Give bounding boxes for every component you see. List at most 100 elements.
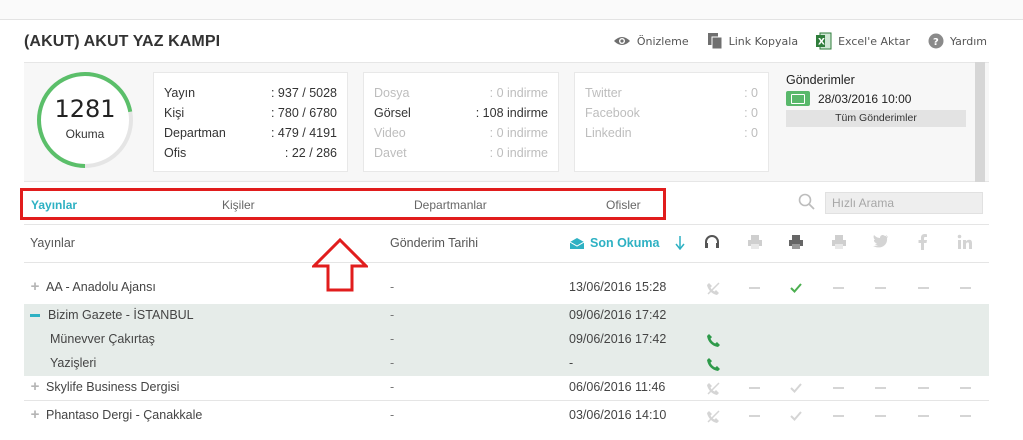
row-name-cell: + Skylife Business Dergisi [30,379,180,394]
count-row: Ofis : 22 / 286 [164,143,337,163]
count-value: : 479 / 4191 [270,126,337,140]
media-row: Dosya: 0 indirme [374,83,548,103]
media-value: : 0 indirme [489,126,548,140]
media-value: : 0 indirme [489,146,548,160]
collapse-icon[interactable] [30,313,40,317]
empty-cell [875,287,886,289]
fax-icon[interactable] [788,234,804,250]
social-row: Twitter: 0 [585,83,758,103]
all-sends-button[interactable]: Tüm Gönderimler [786,110,966,127]
search-input[interactable] [825,192,983,214]
table-row[interactable]: + Skylife Business Dergisi - 06/06/2016 1… [24,376,989,400]
row-name: Yazişleri [50,356,97,370]
count-row: Yayın : 937 / 5028 [164,83,337,103]
help-button[interactable]: ? Yardım [928,33,987,49]
help-icon: ? [928,33,944,49]
row-date: - [390,332,395,346]
row-name-cell: Bizim Gazete - İSTANBUL [30,308,194,322]
social-value: : 0 [744,126,758,140]
row-name: Skylife Business Dergisi [46,380,180,394]
expand-icon[interactable]: + [30,279,40,294]
count-label: Ofis [164,146,187,160]
panel-scrollbar[interactable] [975,62,985,182]
empty-cell [918,287,929,289]
col-header-name[interactable]: Yayınlar [30,236,75,250]
copy-link-button[interactable]: Link Kopyala [707,32,798,50]
phone-icon[interactable] [706,357,721,372]
media-label: Görsel [374,106,411,120]
copy-icon [707,33,723,50]
excel-icon: X [816,32,832,50]
svg-text:?: ? [933,37,939,48]
preview-label: Önizleme [636,34,689,48]
row-date: - [390,380,395,394]
empty-cell [749,287,760,289]
gauge-value: 1281 [54,95,116,123]
envelope-icon [570,237,584,249]
table-row[interactable]: + AA - Anadolu Ajansı - 13/06/2016 15:28 [24,276,989,300]
table-row[interactable]: Bizim Gazete - İSTANBUL - 09/06/2016 17:… [24,304,989,328]
phone-off-icon [707,282,720,295]
social-row: Facebook: 0 [585,103,758,123]
read-gauge: 1281 Okuma [35,70,135,170]
row-name-cell: + AA - Anadolu Ajansı [30,279,156,294]
phone-icon[interactable] [706,333,721,348]
media-row: Video : 0 indirme [374,123,548,143]
col-header-date[interactable]: Gönderim Tarihi [390,236,478,250]
count-row: Departman: 479 / 4191 [164,123,337,143]
empty-cell [833,287,844,289]
count-value: : 22 / 286 [284,146,337,160]
tab-kisiler[interactable]: Kişiler [222,198,255,212]
row-date: - [390,408,395,422]
phone-off-icon [707,382,720,395]
expand-icon[interactable]: + [30,379,40,394]
empty-cell [875,387,886,389]
gonderimler-title: Gönderimler [786,73,855,87]
row-last-read: 03/06/2016 14:10 [569,408,667,422]
preview-button[interactable]: Önizleme [613,35,689,48]
gonderim-entry[interactable]: 28/03/2016 10:00 [786,91,966,106]
tab-departmanlar[interactable]: Departmanlar [414,198,487,212]
facebook-icon[interactable] [918,234,928,250]
empty-cell [960,387,971,389]
expand-icon[interactable]: + [30,407,40,422]
social-box: Twitter: 0 Facebook: 0 Linkedin: 0 [574,72,769,172]
count-label: Yayın [164,86,196,100]
copy-link-label: Link Kopyala [728,34,799,48]
empty-cell [918,387,929,389]
table-row[interactable]: + Phantaso Dergi - Çanakkale - 03/06/2016… [24,404,989,428]
empty-cell [749,415,760,417]
social-row: Linkedin: 0 [585,123,758,143]
empty-cell [960,287,971,289]
page-title: (AKUT) AKUT YAZ KAMPI [24,33,221,50]
row-date: - [390,280,395,294]
counts-box: Yayın : 937 / 5028 Kişi: 780 / 6780 Depar… [153,72,348,172]
media-row: Davet: 0 indirme [374,143,548,163]
row-last-read: 13/06/2016 15:28 [569,280,667,294]
table-subrow[interactable]: Yazişleri - - [24,352,989,376]
media-box: Dosya: 0 indirme Görsel: 108 indirme Vid… [363,72,559,172]
row-last-read: 09/06/2016 17:42 [569,308,667,322]
help-label: Yardım [949,34,987,48]
col-header-last-read[interactable]: Son Okuma [570,236,659,250]
table-subrow[interactable]: Münevver Çakırtaş - 09/06/2016 17:42 [24,328,989,352]
twitter-icon[interactable] [873,234,889,248]
empty-cell [749,387,760,389]
printer-icon[interactable] [747,234,763,250]
tab-ofisler[interactable]: Ofisler [606,198,641,212]
count-row: Kişi: 780 / 6780 [164,103,337,123]
linkedin-icon[interactable] [957,234,973,250]
row-last-read: - [569,356,574,370]
tab-yayinlar[interactable]: Yayınlar [31,198,77,212]
row-name: Münevver Çakırtaş [50,332,155,346]
media-value: : 0 indirme [489,86,548,100]
media-label: Video [374,126,406,140]
sort-down-icon[interactable] [675,236,685,250]
social-label: Facebook [585,106,640,120]
social-value: : 0 [744,86,758,100]
count-value: : 937 / 5028 [270,86,337,100]
row-divider [24,400,989,401]
excel-export-button[interactable]: X Excel'e Aktar [816,32,910,50]
headset-icon[interactable] [704,234,720,250]
mail-print-icon[interactable] [831,234,847,250]
